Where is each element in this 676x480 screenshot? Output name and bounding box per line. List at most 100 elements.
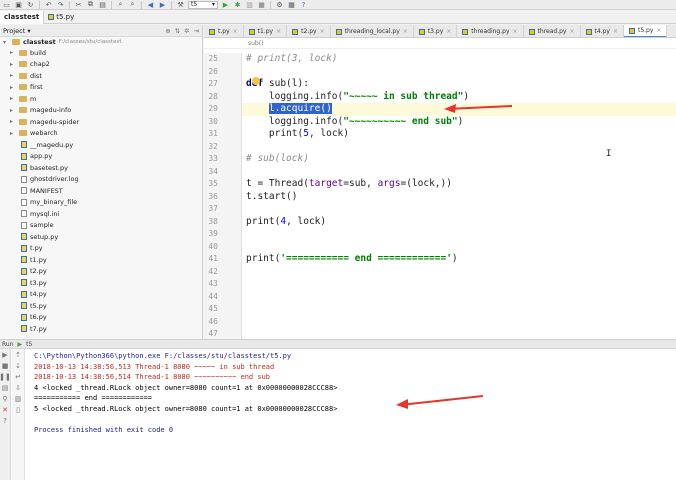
close-icon[interactable]: × <box>569 28 574 35</box>
tree-folder[interactable]: ▸ build <box>0 47 202 59</box>
hide-icon[interactable]: ⇥ <box>194 27 199 35</box>
code-line[interactable]: def sub(l): <box>242 78 676 91</box>
tree-file[interactable]: t3.py <box>0 277 202 289</box>
code-line[interactable] <box>242 203 676 216</box>
close-icon[interactable]: × <box>320 28 325 35</box>
tree-folder[interactable]: ▸ m <box>0 93 202 105</box>
scroll-down-icon[interactable]: ↓ <box>15 362 21 370</box>
editor-tab[interactable]: threading.py × <box>457 25 524 37</box>
console-output[interactable]: C:\Python\Python366\python.exe F:/classe… <box>34 351 674 435</box>
rerun-icon[interactable]: ▶ <box>2 351 7 359</box>
code-line[interactable] <box>242 66 676 79</box>
collapsed-arrow-icon[interactable]: ▸ <box>10 95 16 102</box>
collapsed-arrow-icon[interactable]: ▸ <box>10 118 16 125</box>
redo-icon[interactable]: ↷ <box>56 1 65 9</box>
code-line[interactable] <box>242 241 676 254</box>
editor-tab[interactable]: t4.py × <box>581 25 624 37</box>
collapsed-arrow-icon[interactable]: ▸ <box>10 72 16 79</box>
cut-icon[interactable]: ✂ <box>74 1 83 9</box>
collapsed-arrow-icon[interactable]: ▸ <box>10 130 16 137</box>
collapsed-arrow-icon[interactable]: ▸ <box>10 49 16 56</box>
code-line[interactable] <box>242 316 676 329</box>
trash-icon[interactable]: ▯ <box>16 406 20 414</box>
undo-icon[interactable]: ↶ <box>44 1 53 9</box>
tree-root[interactable]: ▾ classtest F:/classes/stu/classtest <box>0 37 202 47</box>
close-icon[interactable]: × <box>613 28 618 35</box>
build-icon[interactable]: ⚒ <box>176 1 185 9</box>
tree-file[interactable]: sample <box>0 220 202 232</box>
collapse-icon[interactable]: ⇅ <box>175 27 180 35</box>
code-line[interactable] <box>242 291 676 304</box>
tree-folder[interactable]: ▸ chap2 <box>0 59 202 71</box>
stop-icon[interactable]: ■ <box>257 1 266 9</box>
help-icon[interactable]: ? <box>299 1 308 9</box>
tree-file[interactable]: MANIFEST <box>0 185 202 197</box>
breadcrumb-project[interactable]: classtest <box>0 10 45 24</box>
editor-tab[interactable]: thread.py × <box>524 25 581 37</box>
coverage-icon[interactable]: ▥ <box>245 1 254 9</box>
tree-file[interactable]: app.py <box>0 151 202 163</box>
tree-file[interactable]: t5.py <box>0 300 202 312</box>
open-folder-icon[interactable]: ▭ <box>2 1 11 9</box>
scroll-end-icon[interactable]: ⇩ <box>15 384 21 392</box>
run-icon[interactable]: ▶ <box>221 1 230 9</box>
tree-file[interactable]: my_binary_file <box>0 197 202 209</box>
tree-file[interactable]: t2.py <box>0 266 202 278</box>
code-line[interactable]: print(5, lock) <box>242 128 676 141</box>
code-line[interactable] <box>242 166 676 179</box>
close-icon[interactable]: × <box>403 28 408 35</box>
close-icon[interactable]: × <box>446 28 451 35</box>
code-breadcrumb[interactable]: sub() <box>204 38 676 49</box>
save-icon[interactable]: ▣ <box>14 1 23 9</box>
tree-folder[interactable]: ▸ webarch <box>0 128 202 140</box>
code-line[interactable]: # print(3, lock) <box>242 53 676 66</box>
pause-icon[interactable]: ❚❚ <box>0 373 11 381</box>
code-line[interactable]: l.acquire() <box>242 103 676 116</box>
code-line[interactable] <box>242 278 676 291</box>
copy-icon[interactable]: ⧉ <box>86 0 95 9</box>
find-icon[interactable]: ⌕ <box>116 0 125 9</box>
print-icon[interactable]: ▥ <box>15 395 22 403</box>
tree-file[interactable]: t6.py <box>0 312 202 324</box>
back-icon[interactable]: ◀ <box>146 1 155 9</box>
code-line[interactable]: logging.info("~~~~~ in sub thread") <box>242 91 676 104</box>
code-line[interactable] <box>242 303 676 316</box>
pin-icon[interactable]: ⚲ <box>2 395 7 403</box>
gear-icon[interactable]: ✲ <box>184 27 189 35</box>
sync-icon[interactable]: ↻ <box>26 1 35 9</box>
tree-file[interactable]: t.py <box>0 243 202 255</box>
scroll-up-icon[interactable]: ↑ <box>15 351 21 359</box>
code-line[interactable]: print('=========== end ============') <box>242 253 676 266</box>
code-line[interactable]: print(4, lock) <box>242 216 676 229</box>
collapsed-arrow-icon[interactable]: ▸ <box>10 107 16 114</box>
tree-file[interactable]: t7.py <box>0 323 202 335</box>
tree-file[interactable]: t1.py <box>0 254 202 266</box>
editor-tab[interactable]: t5.py × <box>623 25 668 37</box>
run-config-select[interactable]: t5 ▾ <box>188 0 218 9</box>
editor-tab[interactable]: threading_local.py × <box>331 25 414 37</box>
paste-icon[interactable]: ▤ <box>98 1 107 9</box>
tree-file[interactable]: t4.py <box>0 289 202 301</box>
target-icon[interactable]: ⊕ <box>165 27 170 35</box>
forward-icon[interactable]: ▶ <box>158 1 167 9</box>
editor-tab[interactable]: t.py × <box>204 25 244 37</box>
close-icon[interactable]: × <box>276 28 281 35</box>
lightbulb-icon[interactable] <box>252 77 260 85</box>
settings-icon[interactable]: ⚙ <box>275 1 284 9</box>
wrap-icon[interactable]: ↵ <box>15 373 21 381</box>
close-icon[interactable]: × <box>513 28 518 35</box>
code-line[interactable] <box>242 266 676 279</box>
tree-folder[interactable]: ▸ first <box>0 82 202 94</box>
code-line[interactable] <box>242 228 676 241</box>
tree-file[interactable]: __magedu.py <box>0 139 202 151</box>
tree-file[interactable]: mysql.ini <box>0 208 202 220</box>
code-line[interactable]: t = Thread(target=sub, args=(lock,)) <box>242 178 676 191</box>
tree-file[interactable]: basetest.py <box>0 162 202 174</box>
close-icon[interactable]: × <box>233 28 238 35</box>
code-line[interactable]: t.start() <box>242 191 676 204</box>
layout-icon[interactable]: ▤ <box>2 384 9 392</box>
breadcrumb-file[interactable]: t5.py <box>44 11 78 24</box>
tree-folder[interactable]: ▸ magedu-info <box>0 105 202 117</box>
run-config-label[interactable]: t5 <box>26 341 32 348</box>
code-editor[interactable]: # print(3, lock) def sub(l): logging.info… <box>242 53 676 339</box>
